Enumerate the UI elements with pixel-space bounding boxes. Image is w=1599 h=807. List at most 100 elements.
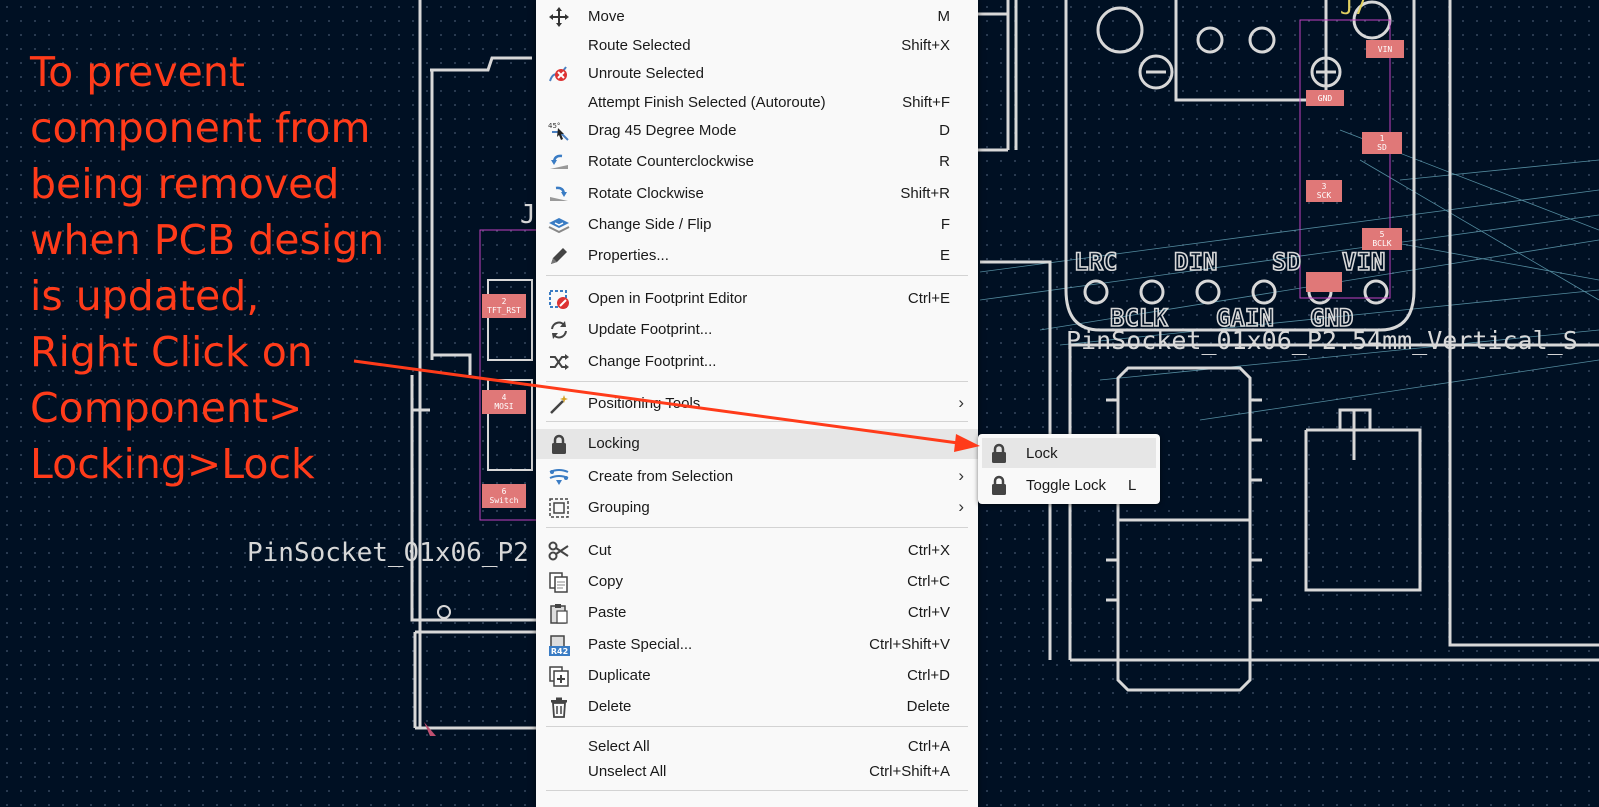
menu-item-unselect-all[interactable]: Unselect All Ctrl+Shift+A: [536, 757, 978, 785]
menu-item-copy[interactable]: Copy Ctrl+C: [536, 567, 978, 595]
scissors-icon: [548, 540, 570, 562]
menu-item-shortcut: Ctrl+E: [907, 290, 950, 307]
menu-item-label: Locking: [588, 435, 640, 452]
pad-number: 5: [1380, 230, 1385, 239]
menu-item-label: Properties...: [588, 247, 669, 264]
menu-item-label: Rotate Clockwise: [588, 185, 704, 202]
pad-net: BCLK: [1372, 239, 1391, 248]
magic-wand-icon: [548, 393, 570, 415]
menu-item-delete[interactable]: Delete Delete: [536, 692, 978, 720]
menu-item-properties[interactable]: Properties... E: [536, 241, 978, 269]
menu-item-shortcut: Ctrl+V: [907, 604, 950, 621]
pad[interactable]: 1 SD: [1362, 132, 1402, 154]
menu-item-select-all[interactable]: Select All Ctrl+A: [536, 732, 978, 760]
menu-item-shortcut: Ctrl+C: [907, 573, 950, 590]
pad-number: 6: [502, 487, 507, 496]
menu-item-move[interactable]: Move M: [536, 2, 978, 30]
menu-item-label: Paste Special...: [588, 636, 693, 653]
submenu-arrow-icon: ›: [958, 466, 964, 485]
menu-item-route-selected[interactable]: Route Selected Shift+X: [536, 31, 978, 59]
menu-item-unroute-selected[interactable]: Unroute Selected: [536, 59, 978, 87]
menu-item-label: Delete: [588, 698, 632, 715]
menu-item-grouping[interactable]: Grouping ›: [536, 493, 978, 521]
menu-item-update-footprint[interactable]: Update Footprint...: [536, 315, 978, 343]
annotation-line: Component>: [30, 384, 303, 432]
rotate-ccw-icon: [548, 151, 570, 173]
menu-item-positioning-tools[interactable]: Positioning Tools ›: [536, 389, 978, 417]
submenu-arrow-icon: ›: [958, 433, 964, 452]
pad[interactable]: 3 SCK: [1306, 180, 1342, 202]
menu-item-change-footprint[interactable]: Change Footprint...: [536, 347, 978, 375]
menu-item-rotate-cw[interactable]: Rotate Clockwise Shift+R: [536, 179, 978, 207]
menu-item-shortcut: Ctrl+Shift+V: [869, 636, 950, 653]
menu-item-label: Rotate Counterclockwise: [588, 153, 754, 170]
pad-net: TFT_RST: [487, 306, 521, 315]
pad[interactable]: GND: [1306, 90, 1344, 106]
menu-item-label: Cut: [588, 542, 612, 559]
toggle-lock-icon: [988, 474, 1010, 496]
menu-item-locking[interactable]: Locking ›: [536, 429, 978, 459]
pad[interactable]: 4 MOSI: [482, 390, 526, 414]
menu-item-label: Positioning Tools: [588, 395, 701, 412]
pad-net: SD: [1377, 143, 1387, 152]
menu-item-label: Copy: [588, 573, 624, 590]
annotation-line: when PCB design: [30, 216, 385, 264]
menu-item-paste-special[interactable]: R42 Paste Special... Ctrl+Shift+V: [536, 630, 978, 658]
menu-item-label: Change Footprint...: [588, 353, 717, 370]
pin-label: LRC: [1074, 248, 1117, 276]
menu-item-label: Select All: [588, 738, 650, 755]
menu-item-drag-45[interactable]: 45° Drag 45 Degree Mode D: [536, 116, 978, 144]
menu-item-create-from-selection[interactable]: Create from Selection ›: [536, 462, 978, 490]
menu-separator: [546, 527, 968, 528]
pad[interactable]: 2 TFT_RST: [482, 294, 526, 318]
trash-icon: [548, 696, 570, 718]
submenu-item-label: Lock: [1026, 445, 1058, 462]
menu-item-shortcut: M: [937, 8, 951, 25]
menu-separator: [546, 726, 968, 727]
annotation-line: Right Click on: [30, 328, 313, 376]
menu-item-shortcut: Ctrl+D: [907, 667, 950, 684]
drag-45-icon: 45°: [548, 120, 570, 142]
pad[interactable]: 6 Switch: [482, 484, 526, 508]
menu-item-open-footprint-editor[interactable]: Open in Footprint Editor Ctrl+E: [536, 284, 978, 312]
menu-item-label: Paste: [588, 604, 627, 621]
refresh-icon: [548, 319, 570, 341]
pad[interactable]: 5 BCLK: [1362, 228, 1402, 250]
paste-special-icon: R42: [548, 634, 570, 656]
left-ref-label: J: [520, 200, 536, 230]
menu-item-rotate-ccw[interactable]: Rotate Counterclockwise R: [536, 147, 978, 175]
submenu-item-toggle-lock[interactable]: Toggle Lock L: [982, 470, 1156, 500]
lock-icon: [548, 433, 570, 455]
menu-item-autoroute[interactable]: Attempt Finish Selected (Autoroute) Shif…: [536, 88, 978, 116]
menu-item-paste[interactable]: Paste Ctrl+V: [536, 598, 978, 626]
pad-number: 2: [502, 297, 507, 306]
pad-net: MOSI: [494, 402, 513, 411]
pad-net: GND: [1318, 94, 1333, 103]
paste-icon: [548, 602, 570, 624]
left-footprint-silkscreen: [410, 0, 536, 730]
menu-item-flip[interactable]: Change Side / Flip F: [536, 210, 978, 238]
menu-item-shortcut: Ctrl+A: [907, 738, 950, 755]
menu-item-shortcut: D: [939, 122, 950, 139]
menu-item-label: Unroute Selected: [588, 65, 704, 82]
menu-item-cut[interactable]: Cut Ctrl+X: [536, 536, 978, 564]
menu-item-label: Unselect All: [588, 763, 667, 780]
annotation-line: Locking>Lock: [30, 440, 315, 488]
grouping-icon: [548, 497, 570, 519]
menu-item-label: Open in Footprint Editor: [588, 290, 748, 307]
left-mount-hole: [437, 605, 451, 619]
menu-item-duplicate[interactable]: Duplicate Ctrl+D: [536, 661, 978, 689]
menu-item-label: Attempt Finish Selected (Autoroute): [588, 94, 826, 111]
menu-item-label: Update Footprint...: [588, 321, 713, 338]
menu-item-shortcut: Shift+R: [900, 185, 950, 202]
menu-item-shortcut: R: [939, 153, 950, 170]
locking-submenu: Lock Toggle Lock L: [978, 434, 1160, 504]
submenu-item-lock[interactable]: Lock: [982, 438, 1156, 468]
pin-label: DIN: [1174, 248, 1217, 276]
menu-separator: [546, 275, 968, 276]
submenu-item-label: Toggle Lock: [1026, 477, 1107, 494]
menu-item-label: Create from Selection: [588, 468, 734, 485]
pad[interactable]: VIN: [1366, 40, 1404, 58]
pad[interactable]: [1306, 272, 1342, 292]
menu-item-shortcut: Shift+F: [902, 94, 950, 111]
